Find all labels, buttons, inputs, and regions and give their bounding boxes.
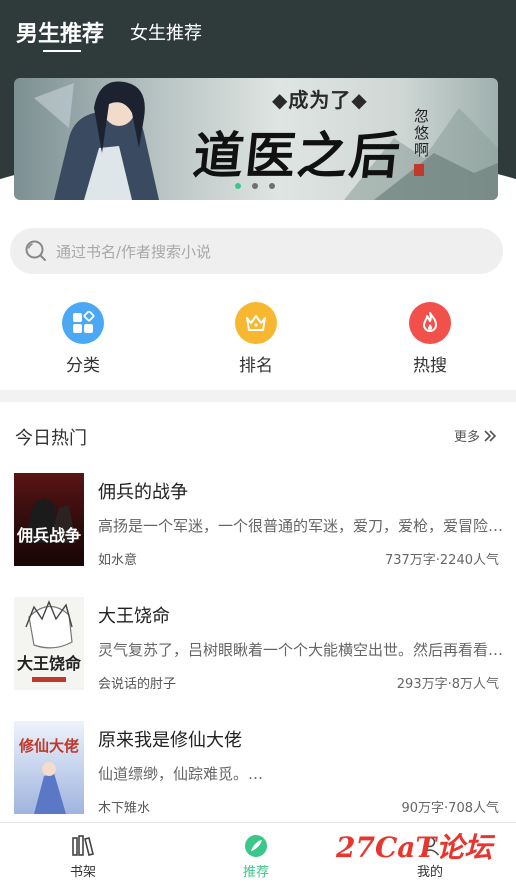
book-cover[interactable]: 大王饶命 — [14, 597, 84, 690]
active-tab-indicator — [43, 50, 81, 52]
nav-recommend[interactable]: 推荐 — [226, 833, 286, 880]
tab-female-recommend[interactable]: 女生推荐 — [130, 19, 202, 45]
entry-category-label: 分类 — [66, 356, 100, 376]
more-link[interactable]: 更多 — [454, 426, 497, 445]
entry-category[interactable]: 分类 — [53, 302, 113, 376]
entry-ranking-label: 排名 — [239, 356, 273, 376]
book-list-item[interactable]: 佣兵战争 佣兵的战争 高扬是一个军迷，一个很普通的军迷，爱刀，爱枪，爱冒险，爱…… — [0, 473, 516, 583]
watermark-logo: 27CaT论坛 — [336, 831, 493, 864]
book-title[interactable]: 佣兵的战争 — [98, 478, 188, 504]
recommend-icon — [245, 835, 267, 857]
search-bar[interactable]: 通过书名/作者搜索小说 — [10, 228, 503, 274]
banner-author: 忽悠啊 — [414, 107, 430, 159]
section-title: 今日热门 — [15, 428, 87, 449]
book-list-item[interactable]: 大王饶命 大王饶命 灵气复苏了，吕树眼瞅着一个个大能横空出世。然后再看看自己… … — [0, 597, 516, 707]
entry-ranking[interactable]: 排名 — [226, 302, 286, 376]
book-stats: 737万字·2240人气 — [384, 553, 499, 568]
book-author: 如水意 — [98, 553, 138, 568]
book-title[interactable]: 原来我是修仙大佬 — [98, 726, 242, 752]
flame-icon — [409, 302, 451, 344]
nav-bookshelf[interactable]: 书架 — [53, 833, 113, 880]
search-placeholder[interactable]: 通过书名/作者搜索小说 — [56, 241, 211, 262]
nav-recommend-label: 推荐 — [242, 865, 269, 880]
book-cover[interactable]: 修仙大佬 — [14, 721, 84, 814]
book-stats: 90万字·708人气 — [401, 801, 500, 816]
book-stats: 293万字·8万人气 — [396, 677, 499, 692]
book-title[interactable]: 大王饶命 — [98, 602, 170, 628]
tab-male-recommend[interactable]: 男生推荐 — [16, 16, 104, 48]
more-label: 更多 — [454, 430, 481, 445]
cover-title: 佣兵战争 — [16, 526, 81, 545]
search-icon — [25, 240, 46, 261]
entry-hot-search-label: 热搜 — [413, 356, 447, 376]
category-icon — [62, 302, 104, 344]
cover-title: 大王饶命 — [17, 654, 82, 673]
pagination-dot[interactable] — [269, 183, 275, 189]
book-description: 高扬是一个军迷，一个很普通的军迷，爱刀，爱枪，爱冒险，爱… — [98, 517, 514, 535]
cover-title: 修仙大佬 — [18, 737, 79, 755]
nav-bookshelf-label: 书架 — [69, 865, 96, 880]
pagination-dot[interactable] — [252, 183, 258, 189]
book-author: 会说话的肘子 — [98, 677, 177, 692]
book-author: 木下雉水 — [98, 801, 151, 816]
book-description: 仙道缥缈，仙踪难觅。… — [98, 765, 264, 783]
book-cover[interactable]: 佣兵战争 — [14, 473, 84, 566]
pagination-dot-active[interactable] — [235, 183, 241, 189]
banner-pagination — [235, 183, 275, 189]
book-list-item[interactable]: 修仙大佬 原来我是修仙大佬 仙道缥缈，仙踪难觅。… 木下雉水 90万字·708人… — [0, 721, 516, 831]
entry-hot-search[interactable]: 热搜 — [400, 302, 460, 376]
banner-pre-title: ◆成为了◆ — [272, 88, 368, 112]
promo-banner[interactable]: ◆成为了◆ 道医之后 忽悠啊 — [14, 78, 498, 200]
crown-icon — [235, 302, 277, 344]
double-chevron-right-icon — [484, 429, 497, 442]
bookshelf-icon — [72, 835, 94, 856]
book-description: 灵气复苏了，吕树眼瞅着一个个大能横空出世。然后再看看自己… — [98, 641, 514, 659]
banner-book-title: 道医之后 — [190, 126, 405, 185]
section-divider — [0, 390, 516, 402]
